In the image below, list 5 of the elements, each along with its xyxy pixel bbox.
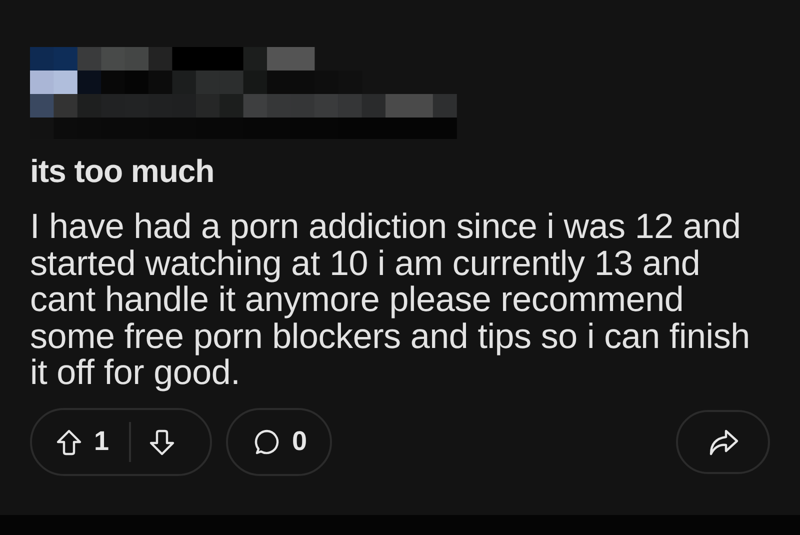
post-body: I have had a porn addiction since i was 12 and started watching at 10 i am currently 13 and cant handle it anymore please recommend some free porn blockers and tips so i can finish it off for good. [30, 209, 751, 392]
comments-button[interactable]: 0 [226, 408, 332, 476]
vote-count: 1 [94, 426, 110, 457]
share-button[interactable] [676, 410, 770, 474]
post-title: its too much [30, 153, 216, 189]
